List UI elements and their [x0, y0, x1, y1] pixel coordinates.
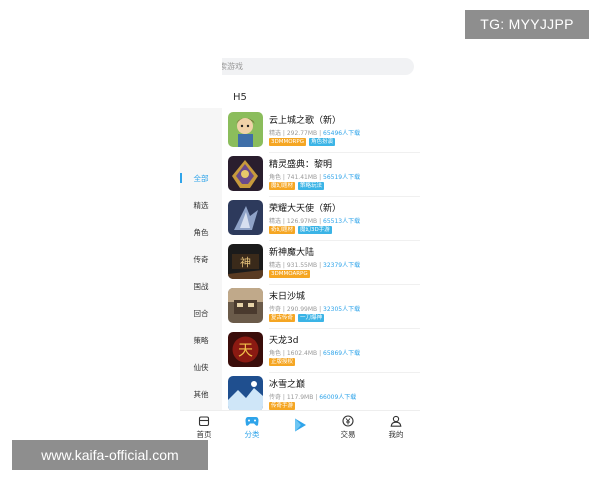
game-list-item[interactable]: 天 天龙3d 角色 | 1602.4MB | 65869人下载 正版授权 [225, 329, 420, 373]
game-size: 931.55MB [286, 262, 318, 269]
game-downloads: 65513人下载 [323, 218, 361, 225]
phone-screen: 搜索游戏 手游 H5 全部 精选 角色 传奇 国战 回合 策略 仙侠 其他 云上… [180, 50, 420, 442]
nav-home-label: 首页 [196, 430, 212, 439]
site-watermark: www.kaifa-official.com [12, 440, 208, 470]
game-meta: 精选 | 292.77MB | 65496人下载 [269, 130, 361, 137]
game-icon [228, 288, 263, 323]
game-downloads: 32379人下载 [323, 262, 361, 269]
user-icon [390, 415, 402, 427]
game-list-item[interactable]: 精灵盛典：黎明 角色 | 741.41MB | 56519人下载 魔幻题材 策略… [225, 153, 420, 197]
game-icon [228, 200, 263, 235]
game-tag: 传奇手游 [269, 402, 296, 410]
nav-trade-label: 交易 [340, 430, 356, 439]
gamepad-icon [245, 417, 259, 426]
game-icon [228, 112, 263, 147]
category-item-strategy[interactable]: 策略 [180, 333, 222, 349]
game-meta: 传奇 | 290.99MB | 32305人下载 [269, 306, 361, 313]
play-icon [295, 418, 306, 432]
game-name: 精灵盛典：黎明 [269, 160, 333, 170]
svg-text:天: 天 [238, 341, 253, 359]
game-icon [228, 156, 263, 191]
game-name: 冰雪之巅 [269, 380, 306, 390]
game-category: 精选 [269, 218, 282, 225]
game-icon [228, 376, 263, 411]
game-size: 126.97MB [286, 218, 318, 225]
nav-home[interactable]: 首页 [186, 415, 222, 440]
game-list-item[interactable]: 神 新神魔大陆 精选 | 931.55MB | 32379人下载 3DMMOAR… [225, 241, 420, 285]
game-meta: 传奇 | 117.9MB | 66009人下载 [269, 394, 357, 401]
nav-trade[interactable]: 交易 [330, 415, 366, 440]
game-category: 传奇 [269, 306, 282, 313]
nav-play[interactable] [282, 417, 318, 433]
svg-text:神: 神 [240, 255, 251, 269]
category-item-featured[interactable]: 精选 [180, 198, 222, 214]
category-item-other[interactable]: 其他 [180, 387, 222, 403]
game-tags: 传奇手游 [269, 402, 298, 410]
game-tag: 魔幻3D手游 [298, 226, 332, 234]
game-tag: 正版授权 [269, 358, 296, 366]
category-sidebar: 全部 精选 角色 传奇 国战 回合 策略 仙侠 其他 [180, 108, 222, 410]
game-size: 1602.4MB [286, 350, 318, 357]
game-icon: 神 [228, 244, 263, 279]
game-name: 末日沙城 [269, 292, 306, 302]
bottom-nav: 首页 分类 交易 我的 [180, 410, 420, 442]
game-tag: 3DMMOARPG [269, 270, 310, 278]
game-meta: 角色 | 1602.4MB | 65869人下载 [269, 350, 361, 357]
game-name: 天龙3d [269, 336, 299, 346]
game-tags: 奇幻题材 魔幻3D手游 [269, 226, 335, 234]
game-name: 荣耀大天使（新） [269, 204, 342, 214]
game-downloads: 65869人下载 [323, 350, 361, 357]
game-tags: 魔幻题材 策略玩法 [269, 182, 327, 190]
game-tag: 奇幻题材 [269, 226, 296, 234]
trade-icon [342, 415, 354, 427]
game-category: 精选 [269, 130, 282, 137]
game-tags: 3DMMOARPG [269, 270, 313, 278]
game-size: 292.77MB [286, 130, 318, 137]
game-downloads: 65496人下载 [323, 130, 361, 137]
game-size: 741.41MB [286, 174, 318, 181]
game-tags: 正版授权 [269, 358, 298, 366]
game-downloads: 66009人下载 [319, 394, 357, 401]
game-tags: 复古传奇 一刀爆神 [269, 314, 327, 322]
game-downloads: 32305人下载 [323, 306, 361, 313]
home-icon [198, 416, 210, 427]
game-category: 精选 [269, 262, 282, 269]
game-tag: 3DMMORPG [269, 138, 306, 146]
nav-category[interactable]: 分类 [234, 415, 270, 440]
game-tag: 魔幻题材 [269, 182, 296, 190]
game-tag: 复古传奇 [269, 314, 296, 322]
category-item-role[interactable]: 角色 [180, 225, 222, 241]
category-item-xianxia[interactable]: 仙侠 [180, 360, 222, 376]
game-category: 传奇 [269, 394, 282, 401]
game-size: 290.99MB [286, 306, 318, 313]
game-meta: 精选 | 931.55MB | 32379人下载 [269, 262, 361, 269]
game-meta: 角色 | 741.41MB | 56519人下载 [269, 174, 361, 181]
game-list-item[interactable]: 荣耀大天使（新） 精选 | 126.97MB | 65513人下载 奇幻题材 魔… [225, 197, 420, 241]
game-tag: 一刀爆神 [298, 314, 325, 322]
game-list-item[interactable]: 云上城之歌（新） 精选 | 292.77MB | 65496人下载 3DMMOR… [225, 109, 420, 153]
nav-mine-label: 我的 [388, 430, 404, 439]
nav-mine[interactable]: 我的 [378, 415, 414, 440]
game-tags: 3DMMORPG 角色扮演 [269, 138, 338, 146]
nav-category-label: 分类 [244, 430, 260, 439]
game-icon: 天 [228, 332, 263, 367]
screenshot-canvas: TG: MYYJJPP 搜索游戏 手游 H5 全部 精选 角色 传奇 国战 回合… [0, 0, 600, 480]
game-tag: 角色扮演 [308, 138, 335, 146]
game-name: 云上城之歌（新） [269, 116, 342, 126]
game-downloads: 56519人下载 [323, 174, 361, 181]
tg-watermark: TG: MYYJJPP [465, 10, 589, 39]
category-item-legend[interactable]: 传奇 [180, 252, 222, 268]
game-category: 角色 [269, 350, 282, 357]
game-tag: 策略玩法 [298, 182, 325, 190]
game-size: 117.9MB [286, 394, 314, 401]
category-item-turn-based[interactable]: 回合 [180, 306, 222, 322]
sidebar-top-spacer [180, 50, 222, 108]
game-list-item[interactable]: 末日沙城 传奇 | 290.99MB | 32305人下载 复古传奇 一刀爆神 [225, 285, 420, 329]
category-item-all[interactable]: 全部 [180, 171, 222, 187]
game-meta: 精选 | 126.97MB | 65513人下载 [269, 218, 361, 225]
game-category: 角色 [269, 174, 282, 181]
category-item-nation-war[interactable]: 国战 [180, 279, 222, 295]
tab-h5[interactable]: H5 [233, 92, 247, 103]
game-name: 新神魔大陆 [269, 248, 315, 258]
